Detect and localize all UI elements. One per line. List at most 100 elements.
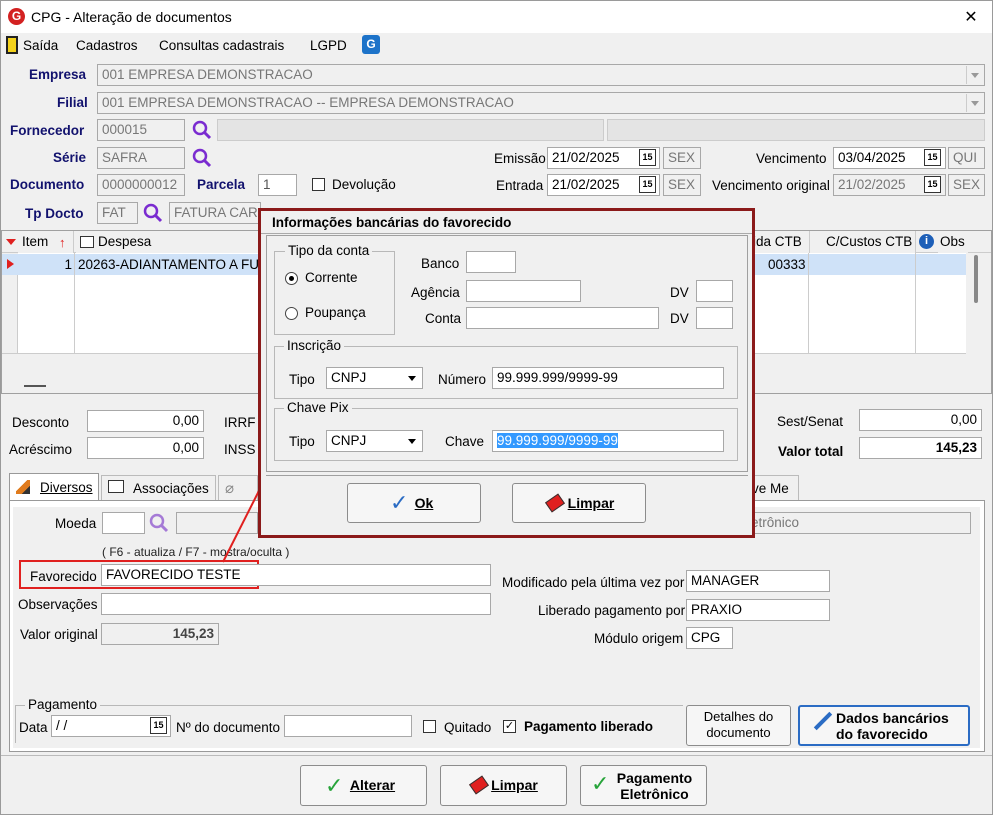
radio-dot: [289, 276, 294, 281]
col-contactb[interactable]: ida CTB: [752, 231, 810, 253]
col-despesa[interactable]: Despesa: [76, 231, 262, 253]
banco-field[interactable]: [466, 251, 516, 273]
tab-diversos[interactable]: Diversos: [9, 473, 99, 501]
favorecido-field[interactable]: FAVORECIDO TESTE: [101, 564, 491, 586]
emissao-day: SEX: [663, 147, 701, 169]
numero-field[interactable]: 99.999.999/9999-99: [492, 367, 724, 389]
observacoes-field[interactable]: [101, 593, 491, 615]
dialog-limpar-button[interactable]: Limpar: [512, 483, 646, 523]
pagamento-eletronico-button[interactable]: ✓ Pagamento Eletrônico: [580, 765, 707, 806]
row-indicator-column: [2, 275, 18, 353]
dv-agencia-field[interactable]: [696, 280, 733, 302]
calendar-icon: 15: [924, 176, 941, 193]
chave-tipo-combo[interactable]: CNPJ: [326, 430, 423, 452]
alterar-button[interactable]: ✓ Alterar: [300, 765, 427, 806]
detalhes-line1: Detalhes do: [703, 709, 774, 724]
chave-value: 99.999.999/9999-99: [497, 433, 618, 448]
window-title: CPG - Alteração de documentos: [31, 9, 232, 25]
menu-saida[interactable]: Saída: [23, 38, 58, 53]
title-bar: G CPG - Alteração de documentos ✕: [1, 1, 992, 33]
inss-label: INSS: [224, 442, 256, 457]
inscricao-tipo-combo[interactable]: CNPJ: [326, 367, 423, 389]
app-g-icon[interactable]: G: [362, 35, 380, 54]
desconto-label: Desconto: [12, 415, 70, 430]
pag-line1: Pagamento: [616, 770, 693, 786]
search-icon[interactable]: [191, 147, 213, 169]
conta-field[interactable]: [466, 307, 659, 329]
poupanca-radio[interactable]: [285, 307, 298, 320]
dialog-title-separator: [261, 233, 752, 234]
serie-label: Série: [53, 150, 87, 165]
desconto-field[interactable]: 0,00: [87, 410, 204, 432]
calendar-icon[interactable]: 15: [639, 149, 656, 166]
filial-combo[interactable]: 001 EMPRESA DEMONSTRACAO -- EMPRESA DEMO…: [97, 92, 985, 114]
dv-agencia-label: DV: [670, 285, 689, 300]
chevron-down-icon[interactable]: [404, 369, 421, 387]
corrente-label: Corrente: [305, 270, 358, 285]
acrescimo-field[interactable]: 0,00: [87, 437, 204, 459]
app-logo-icon: G: [8, 8, 25, 25]
documento-label: Documento: [10, 177, 85, 192]
calendar-icon[interactable]: 15: [150, 717, 167, 734]
pagamento-liberado-label: Pagamento liberado: [524, 719, 654, 734]
chave-field[interactable]: 99.999.999/9999-99: [492, 430, 724, 452]
agencia-field[interactable]: [466, 280, 581, 302]
tpdocto-field[interactable]: FAT: [97, 202, 138, 224]
edit-icon: [80, 236, 94, 248]
limpar-label: Limpar: [491, 777, 538, 793]
documento-field[interactable]: 0000000012: [97, 174, 185, 196]
serie-field[interactable]: SAFRA: [97, 147, 185, 169]
menu-cadastros[interactable]: Cadastros: [76, 38, 138, 53]
corrente-radio[interactable]: [285, 272, 298, 285]
menu-lgpd[interactable]: LGPD: [310, 38, 347, 53]
dv-conta-field[interactable]: [696, 307, 733, 329]
numero-label: Número: [438, 372, 487, 387]
menu-consultas[interactable]: Consultas cadastrais: [159, 38, 284, 53]
venc-original-day: SEX: [948, 174, 985, 196]
quitado-checkbox[interactable]: [423, 720, 436, 733]
chevron-down-icon[interactable]: [966, 66, 983, 84]
pagamento-liberado-checkbox[interactable]: ✓: [503, 720, 516, 733]
paperclip-icon: ⌀: [225, 480, 235, 497]
empresa-combo[interactable]: 001 EMPRESA DEMONSTRACAO: [97, 64, 985, 86]
devolucao-checkbox[interactable]: [312, 178, 325, 191]
dialog-button-separator: [266, 475, 748, 476]
chevron-down-icon[interactable]: [966, 94, 983, 112]
detalhes-line2: documento: [706, 725, 771, 740]
moeda-field[interactable]: [102, 512, 145, 534]
tab-associacoes-label: Associações: [133, 481, 209, 496]
empresa-label: Empresa: [29, 67, 87, 82]
search-icon[interactable]: [191, 119, 213, 141]
ndoc-field[interactable]: [284, 715, 412, 737]
col-ccustos[interactable]: C/Custos CTB: [810, 231, 916, 253]
calendar-icon[interactable]: 15: [924, 149, 941, 166]
tab-associacoes[interactable]: Associações: [101, 475, 216, 501]
dados-bancarios-button[interactable]: Dados bancários do favorecido: [798, 705, 970, 746]
liberado-field: PRAXIO: [686, 599, 830, 621]
inscricao-title: Inscrição: [284, 338, 345, 353]
quitado-label: Quitado: [444, 720, 492, 735]
data-value: / /: [56, 718, 68, 733]
calendar-icon[interactable]: 15: [639, 176, 656, 193]
parcela-label: Parcela: [197, 177, 246, 192]
sest-field[interactable]: 0,00: [859, 409, 982, 431]
row-contactb: 00333: [768, 257, 806, 272]
col-item[interactable]: Item: [18, 231, 74, 253]
fornecedor-field[interactable]: 000015: [97, 119, 185, 141]
tab-anexos[interactable]: ⌀: [218, 475, 258, 501]
search-icon[interactable]: [142, 202, 164, 224]
vertical-scrollbar[interactable]: [966, 253, 991, 353]
ok-button[interactable]: ✓ Ok: [347, 483, 481, 523]
tab-last[interactable]: ve Me: [751, 475, 799, 501]
venc-original-label: Vencimento original: [712, 178, 830, 193]
limpar-button[interactable]: Limpar: [440, 765, 567, 806]
search-icon[interactable]: [148, 512, 170, 534]
parcela-field[interactable]: 1: [258, 174, 297, 196]
detalhes-documento-button[interactable]: Detalhes do documento: [686, 705, 791, 746]
check-icon: ✓: [591, 771, 610, 796]
chevron-down-icon[interactable]: [404, 432, 421, 450]
check-icon: ✓: [390, 490, 409, 515]
close-icon[interactable]: ✕: [959, 7, 983, 27]
scrollbar-thumb[interactable]: [974, 255, 978, 303]
col-obs[interactable]: Obs: [938, 231, 968, 253]
